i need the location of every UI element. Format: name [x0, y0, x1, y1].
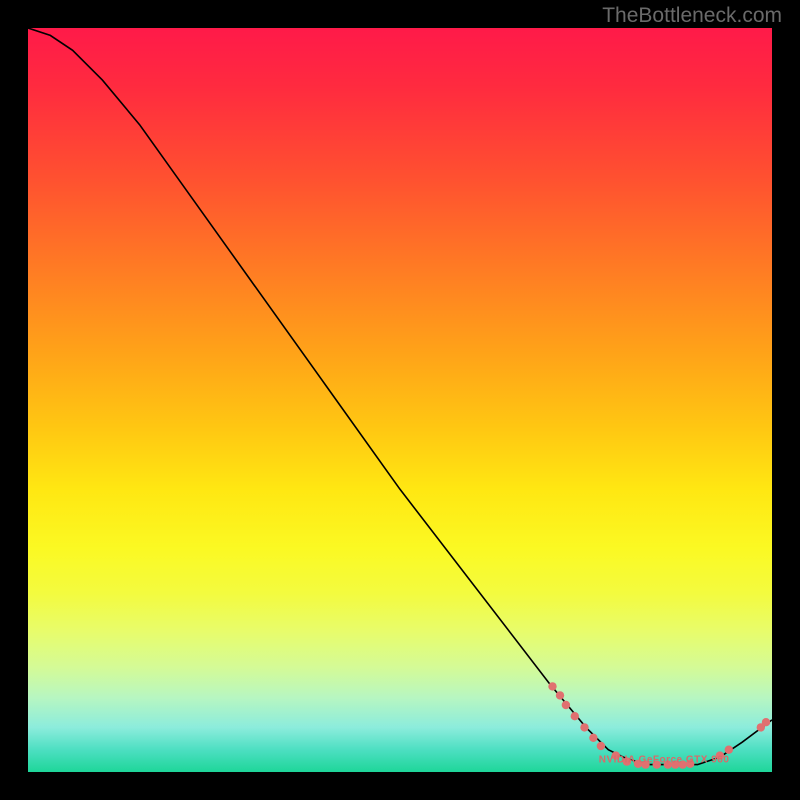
watermark-text: TheBottleneck.com [602, 4, 782, 28]
curve-line [28, 28, 772, 765]
data-dot [580, 723, 588, 731]
series-annotation: NVIDIA GeForce GTX 960 [599, 755, 730, 766]
data-dot [597, 742, 605, 750]
data-dot [725, 746, 733, 754]
plot-area: NVIDIA GeForce GTX 960 [28, 28, 772, 772]
chart-svg: NVIDIA GeForce GTX 960 [28, 28, 772, 772]
data-dot [762, 718, 770, 726]
data-dot [548, 682, 556, 690]
data-dot [589, 734, 597, 742]
data-dot [571, 712, 579, 720]
data-dot [556, 691, 564, 699]
data-dot [562, 701, 570, 709]
